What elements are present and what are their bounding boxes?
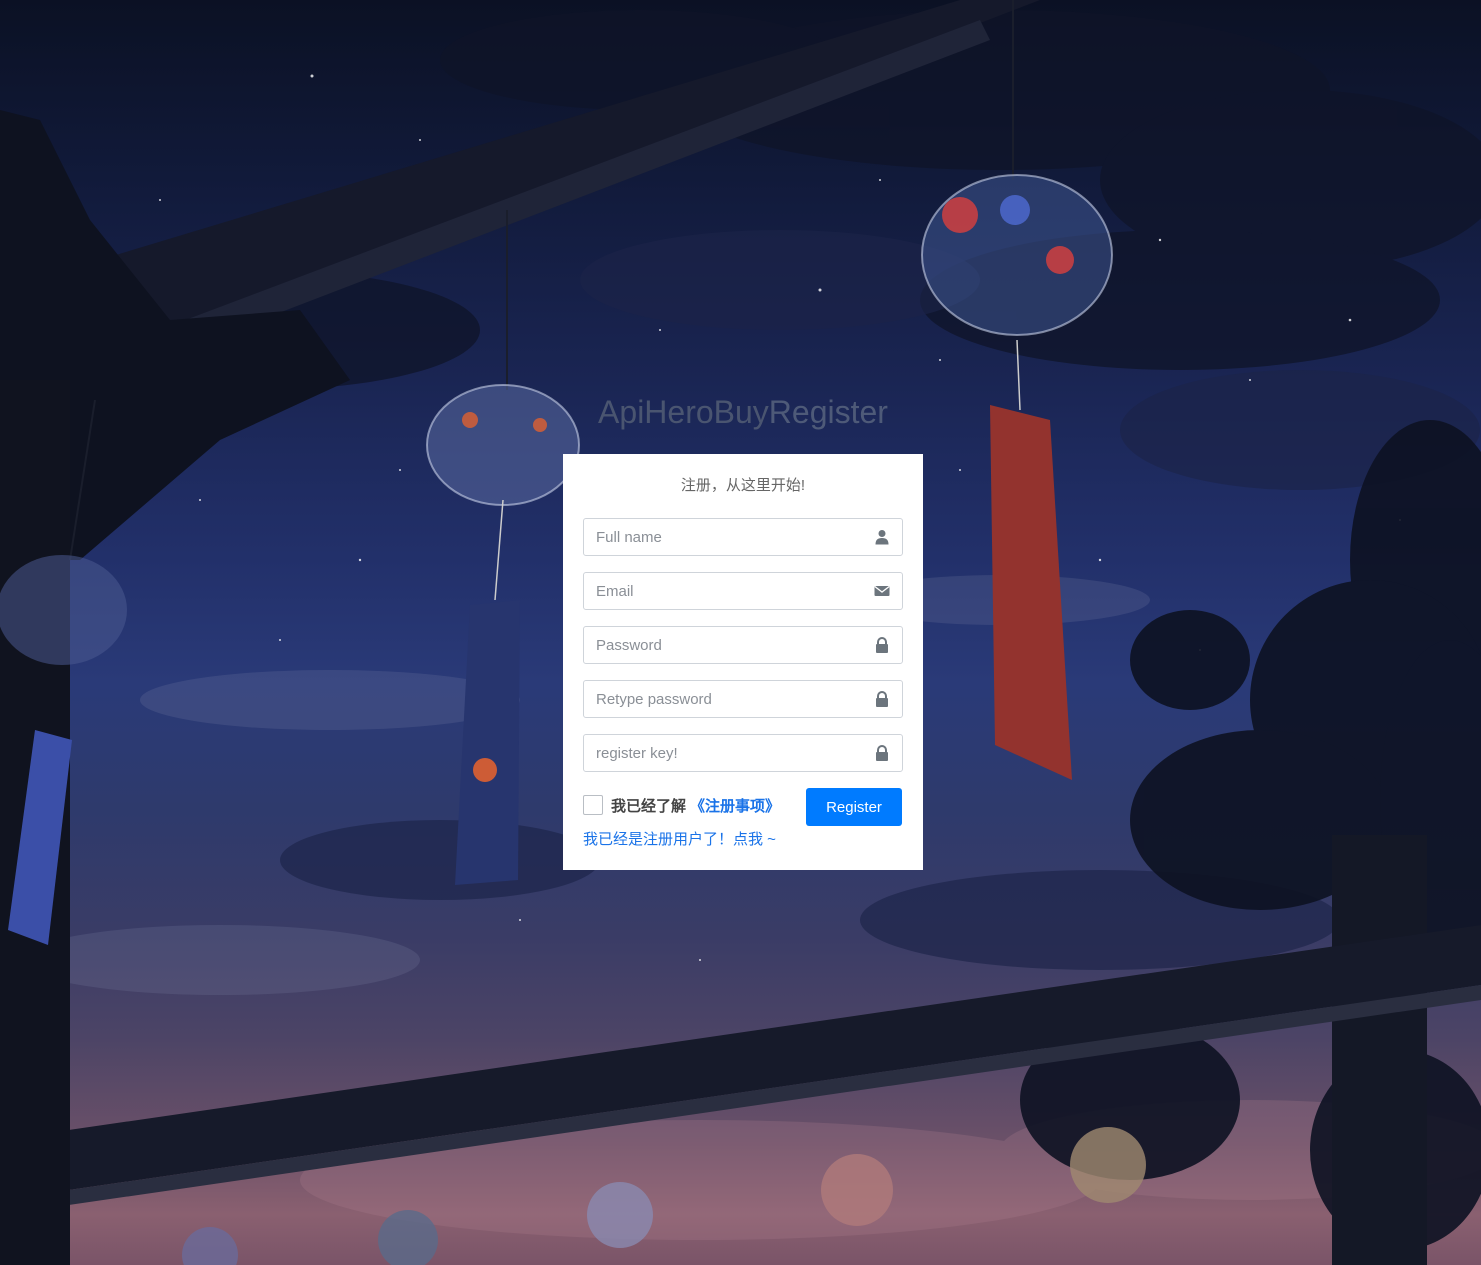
register-box-message: 注册，从这里开始! xyxy=(680,477,806,494)
logo-strong: ApiHeroBuy xyxy=(598,394,769,430)
register-button[interactable]: Register xyxy=(806,788,902,826)
lock-icon xyxy=(876,691,888,707)
envelope-icon xyxy=(874,585,890,596)
email-field xyxy=(583,572,903,610)
password-input[interactable] xyxy=(584,627,866,663)
login-link[interactable]: 我已经是注册用户了！点我 ~ xyxy=(583,828,776,849)
register-box: 注册，从这里开始! Full name Email register key! … xyxy=(563,454,923,870)
logo-light: Register xyxy=(768,394,888,430)
user-icon xyxy=(875,530,889,545)
retype-password-field xyxy=(583,680,903,718)
lock-icon xyxy=(876,745,888,761)
retype-password-input[interactable] xyxy=(584,681,866,717)
agree-terms: 我已经了解 《注册事项》 xyxy=(583,793,780,817)
agree-label: 我已经了解 xyxy=(611,797,687,815)
page-logo[interactable]: ApiHeroBuyRegister xyxy=(563,394,923,431)
agree-checkbox[interactable] xyxy=(583,795,603,815)
password-field xyxy=(583,626,903,664)
full-name-input[interactable] xyxy=(584,519,866,555)
register-key-field xyxy=(583,734,903,772)
lock-icon xyxy=(876,637,888,653)
register-key-input[interactable] xyxy=(584,735,866,771)
email-input[interactable] xyxy=(584,573,866,609)
terms-link[interactable]: 《注册事项》 xyxy=(690,795,780,816)
full-name-field xyxy=(583,518,903,556)
